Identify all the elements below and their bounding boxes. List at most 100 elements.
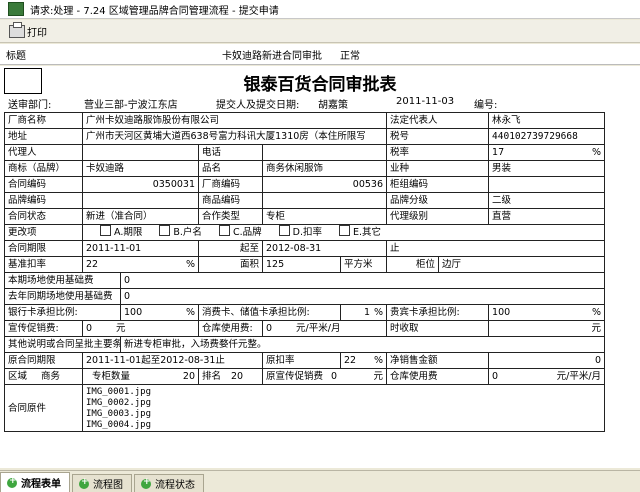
- change-checkbox-d[interactable]: [278, 225, 290, 236]
- period-end[interactable]: 2012-08-31: [261, 240, 388, 257]
- tax-no-value[interactable]: 440102739729668: [488, 128, 606, 145]
- storage-use-label: 仓库使用费: [386, 368, 490, 385]
- submitter-label: 提交人及提交日期:: [216, 100, 300, 111]
- brand-grade-value[interactable]: 二级: [488, 192, 606, 209]
- contract-code-label: 合同编码: [4, 176, 83, 193]
- counter-qty-cell[interactable]: 专柜数量 20: [82, 368, 199, 385]
- tax-no-label: 税号: [386, 128, 490, 145]
- attachment-file[interactable]: IMG_0002.jpg: [86, 398, 601, 409]
- change-checkbox-e[interactable]: [339, 225, 351, 236]
- consume-card-label: 消费卡、储值卡承担比例:: [198, 304, 341, 321]
- product-code-value[interactable]: [261, 192, 388, 209]
- bottom-tab-bar: 流程表单 流程图 流程状态: [0, 470, 640, 492]
- business-type-label: 业种: [386, 160, 490, 177]
- submit-date: 2011-11-03: [396, 96, 455, 107]
- orig-rate-pct: %: [373, 355, 384, 366]
- rank-cell[interactable]: 排名 20: [198, 368, 263, 385]
- dept-label: 送审部门:: [8, 100, 52, 111]
- phone-value[interactable]: [261, 144, 388, 161]
- changes-options: A.期限 B.户名 C.品牌 D.扣率 E.其它: [81, 224, 606, 241]
- business-type-value[interactable]: 男装: [488, 160, 606, 177]
- tab-flow-form[interactable]: 流程表单: [0, 472, 70, 492]
- tab-flow-chart[interactable]: 流程图: [72, 474, 132, 492]
- promo-fee-value[interactable]: 0元: [82, 320, 199, 337]
- attachment-file[interactable]: IMG_0004.jpg: [86, 420, 601, 431]
- consume-card-value[interactable]: 1%: [339, 304, 388, 321]
- print-label: 打印: [27, 27, 47, 39]
- tab-flow-status[interactable]: 流程状态: [134, 474, 204, 492]
- position-label: 柜位: [386, 256, 440, 273]
- bank-card-value[interactable]: 100%: [120, 304, 199, 321]
- tab-label: 流程表单: [21, 479, 61, 490]
- storage-fee-label: 仓库使用费:: [198, 320, 263, 337]
- base-fee-value[interactable]: 0: [119, 272, 606, 289]
- vendor-label: 厂商名称: [4, 112, 83, 129]
- base-rate-pct: %: [185, 259, 195, 270]
- vendor-value[interactable]: 广州卡奴迪路服饰股份有限公司: [81, 112, 388, 129]
- attachment-file[interactable]: IMG_0001.jpg: [86, 387, 601, 398]
- attachment-file[interactable]: IMG_0003.jpg: [86, 409, 601, 420]
- period-start[interactable]: 2011-11-01: [82, 240, 199, 257]
- address-value[interactable]: 广州市天河区黄埔大道西638号富力科讯大厦1310房（本住所限写: [81, 128, 388, 145]
- code-label: 编号:: [474, 100, 498, 111]
- brand-label: 商标（品牌）: [4, 160, 83, 177]
- change-checkbox-a[interactable]: [100, 225, 111, 236]
- other-label: 其他说明或合同呈批主要条款: [4, 336, 121, 353]
- vip-card-pct: %: [592, 307, 602, 318]
- other-value[interactable]: 新进专柜审批，入场费婺仟元整。: [119, 336, 606, 353]
- attachment-list: IMG_0001.jpg IMG_0002.jpg IMG_0003.jpg I…: [81, 384, 606, 432]
- storage-fee-value[interactable]: 0 元/平米/月: [261, 320, 388, 337]
- change-option-d: D.扣率: [292, 227, 322, 238]
- contract-status-value[interactable]: 新进（准合同）: [82, 208, 199, 225]
- product-name-label: 品名: [198, 160, 263, 177]
- product-value[interactable]: 商务休闲服饰: [261, 160, 388, 177]
- orig-period-value[interactable]: 2011-11-01起至2012-08-31止: [82, 352, 263, 369]
- change-option-e: E.其它: [353, 227, 382, 238]
- app-icon: [8, 2, 24, 16]
- orig-rate-value[interactable]: 22%: [339, 352, 388, 369]
- position-value[interactable]: 边厅: [438, 256, 606, 273]
- contract-code-value[interactable]: 0350031: [82, 176, 199, 193]
- change-checkbox-c[interactable]: [218, 225, 230, 236]
- coop-type-value[interactable]: 专柜: [261, 208, 388, 225]
- toolbar: 打印: [0, 20, 640, 43]
- form-title: 银泰百货合同审批表: [243, 75, 397, 95]
- submitter-value: 胡嘉策: [318, 100, 348, 111]
- vendor-code-label: 厂商编码: [198, 176, 263, 193]
- storage-fee-number: 0: [266, 323, 273, 334]
- contract-status-label: 合同状态: [4, 208, 83, 225]
- net-sales-value[interactable]: 0: [488, 352, 606, 369]
- bank-card-label: 银行卡承担比例:: [4, 304, 121, 321]
- counter-code-value[interactable]: [488, 176, 606, 193]
- vip-card-value[interactable]: 100%: [488, 304, 606, 321]
- storage-use-value[interactable]: 0 元/平米/月: [488, 368, 606, 385]
- promo-fee-number: 0: [86, 323, 93, 334]
- print-button[interactable]: 打印: [6, 21, 50, 40]
- orig-promo-cell[interactable]: 原宣传促销费 0 元: [261, 368, 388, 385]
- agent-level-value[interactable]: 直营: [488, 208, 606, 225]
- vendor-code-value[interactable]: 00536: [261, 176, 388, 193]
- promo-fee-label: 宣传促销费:: [4, 320, 83, 337]
- add-icon: [7, 476, 17, 488]
- phone-label: 电话: [198, 144, 263, 161]
- agent-value[interactable]: [82, 144, 199, 161]
- legal-rep-value[interactable]: 林永飞: [488, 112, 606, 129]
- address-label: 地址: [4, 128, 83, 145]
- last-base-fee-value[interactable]: 0: [119, 288, 606, 305]
- promo-fee-unit: 元: [116, 323, 126, 334]
- tax-rate-value[interactable]: 17%: [488, 144, 606, 161]
- window-title: 请求:处理 - 7.24 区域管理品牌合同管理流程 - 提交申请: [30, 5, 279, 17]
- base-rate-label: 基准扣率: [4, 256, 83, 273]
- brand-code-value[interactable]: [82, 192, 199, 209]
- orig-attach-label: 合同原件: [4, 384, 83, 432]
- orig-promo-label: 原宣传促销费: [266, 371, 324, 382]
- change-option-a: A.期限: [114, 227, 143, 238]
- area-value[interactable]: 125: [262, 256, 341, 273]
- tax-rate-pct: %: [592, 147, 602, 158]
- change-checkbox-b[interactable]: [159, 225, 171, 236]
- contract-form-table: 厂商名称 广州卡奴迪路服饰股份有限公司 法定代表人 林永飞 地址 广州市天河区黄…: [4, 112, 606, 432]
- base-rate-value[interactable]: 22%: [82, 256, 199, 273]
- brand-value[interactable]: 卡奴迪路: [82, 160, 199, 177]
- consume-card-pct: %: [373, 307, 384, 318]
- time-fee-value[interactable]: 元: [488, 320, 606, 337]
